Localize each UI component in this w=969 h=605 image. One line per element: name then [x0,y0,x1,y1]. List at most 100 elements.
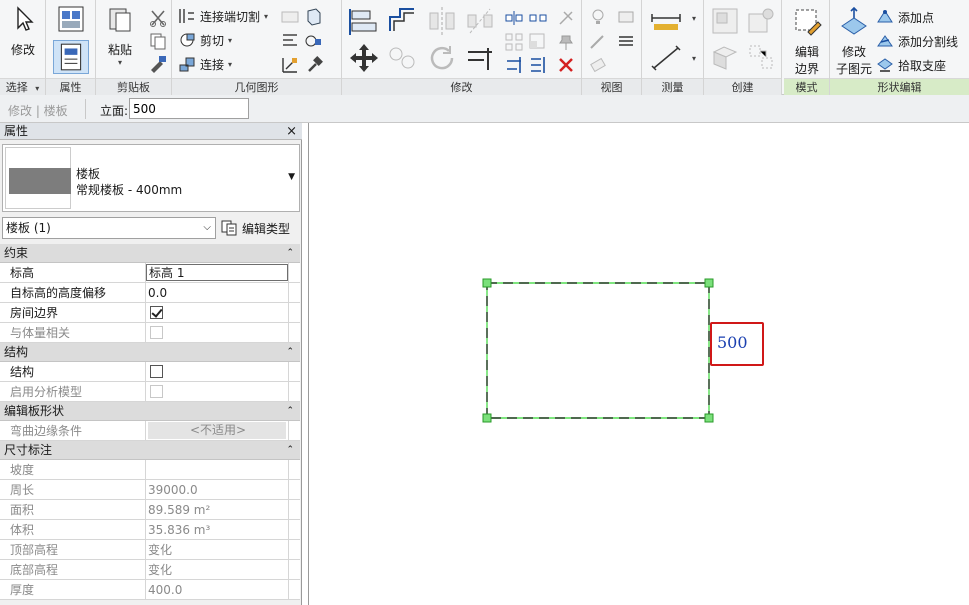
type-preview-image [5,147,71,209]
panel-label-properties: 属性 [46,78,95,95]
add-split-line-button[interactable]: 添加分割线 [876,30,958,52]
trim-multiple-icon[interactable] [528,55,548,75]
drawing-canvas[interactable]: 500 [308,123,969,605]
edit-boundary-button[interactable]: 编辑 边界 [787,6,827,76]
trim-extend-icon[interactable] [464,42,496,74]
pick-supports-icon [877,58,893,72]
panel-measure: ▾ ▾ 测量 [642,0,704,95]
prop-curved-edge-value: <不适用> [148,422,286,439]
prop-perimeter-value: 39000.0 [148,483,198,497]
chevron-down-icon[interactable]: ▼ [288,172,295,182]
hide-icon[interactable] [616,31,636,51]
create-similar-icon[interactable] [710,6,740,36]
room-boundary-checkbox[interactable] [150,306,163,319]
panel-select: 修改 选择 ▾ [0,0,46,95]
scale-icon[interactable] [528,32,548,52]
properties-toggle-button[interactable] [53,40,89,74]
cope-button[interactable]: 连接端切割 ▾ [178,5,268,27]
instance-filter-dropdown[interactable]: 楼板 (1) ⌵ [2,217,216,239]
wall-joins-icon[interactable] [280,7,300,27]
offset-icon[interactable] [386,5,418,37]
add-point-button[interactable]: 添加点 [876,6,934,28]
edit-boundary-icon [795,9,822,36]
add-split-line-icon [877,35,893,47]
type-selector[interactable]: 楼板 常规楼板 - 400mm ▼ [2,144,300,212]
pin-icon[interactable] [556,32,576,52]
table-row: 弯曲边缘条件 <不适用> [0,421,300,441]
structural-checkbox[interactable] [150,365,163,378]
prop-analytical-key: 启用分析模型 [0,382,146,401]
panel-label-mode: 模式 [784,78,829,95]
panel-label-geometry: 几何图形 [172,78,341,95]
mirror-draw-icon[interactable] [464,5,496,37]
prop-slope-value [146,460,288,479]
pick-supports-button[interactable]: 拾取支座 [876,54,946,76]
eraser-icon[interactable] [588,55,608,75]
group-structure[interactable]: 结构 ⌃ [0,343,300,362]
close-icon[interactable]: × [286,123,297,140]
copy-icon[interactable] [148,31,168,51]
create-assembly-icon[interactable] [746,6,776,36]
delete-icon[interactable] [556,55,576,75]
paint-icon[interactable] [304,31,324,51]
paste-icon [109,8,131,32]
elevation-dimension-text[interactable]: 500 [717,333,748,352]
aligned-dimension-icon[interactable] [650,44,682,72]
view-settings-icon[interactable] [616,7,636,27]
table-row: 底部高程 变化 [0,560,300,580]
prop-offset-value[interactable]: 0.0 [146,283,288,302]
split-face-icon[interactable] [304,7,324,27]
unpin-icon[interactable] [556,8,576,28]
trim-single-icon[interactable] [504,55,524,75]
edit-type-button[interactable]: 编辑类型 [220,217,290,239]
group-edit-shape[interactable]: 编辑板形状 ⌃ [0,402,300,421]
cut-geometry-button[interactable]: 剪切 ▾ [178,29,232,51]
measure-between-icon[interactable] [650,8,682,32]
cut-scissors-icon[interactable] [148,8,168,28]
split-element-icon[interactable] [504,8,524,28]
group-dimensions[interactable]: 尺寸标注 ⌃ [0,441,300,460]
override-graphics-icon[interactable] [588,7,608,27]
panel-clipboard: 粘贴 ▾ 剪贴板 [96,0,172,95]
properties-title-bar[interactable]: 属性 × [0,123,302,140]
create-group-icon[interactable] [746,42,776,72]
rotate-icon[interactable] [426,42,458,74]
align-icon[interactable] [348,5,380,37]
paste-button[interactable]: 粘贴 ▾ [100,4,140,74]
options-bar: 修改 | 楼板 立面: [0,95,969,123]
panel-modify: 修改 [342,0,582,95]
prop-top-elevation-value: 变化 [148,543,173,557]
grip-bottom-left[interactable] [482,413,492,423]
align-dimension-icon[interactable] [280,55,300,75]
elevation-input[interactable] [129,98,249,119]
cursor-arrow-icon [17,6,34,31]
grip-top-right[interactable] [704,278,714,288]
demolish-icon[interactable] [280,31,300,51]
collapse-icon: ⌃ [286,248,294,258]
properties-icon [60,43,82,71]
hammer-icon[interactable] [304,55,324,75]
mirror-axis-icon[interactable] [426,5,458,37]
join-button[interactable]: 连接 ▾ [178,53,232,75]
prop-slope-key: 坡度 [0,460,146,479]
table-row: 房间边界 [0,303,300,323]
prop-level-value[interactable]: 标高 1 [146,264,288,281]
split-gap-icon[interactable] [528,8,548,28]
panel-label-select[interactable]: 选择 ▾ [0,78,45,95]
group-constraints[interactable]: 约束 ⌃ [0,244,300,263]
linework-icon[interactable] [588,31,608,51]
grip-bottom-right[interactable] [704,413,714,423]
move-icon[interactable] [348,42,380,74]
array-icon[interactable] [504,32,524,52]
properties-palette: 属性 × 楼板 常规楼板 - 400mm ▼ 楼板 (1) ⌵ 编辑类型 约束 ⌃… [0,123,302,605]
create-parts-icon[interactable] [710,42,740,72]
prop-volume-value: 35.836 m³ [148,523,211,537]
prop-volume-key: 体积 [0,520,146,539]
match-properties-icon[interactable] [148,54,168,74]
copy-element-icon[interactable] [386,42,418,74]
modify-sub-elements-button[interactable]: 修改 子图元 [832,6,876,76]
slab-boundary-sketch[interactable] [486,282,710,419]
modify-button[interactable]: 修改 [3,4,43,74]
grip-top-left[interactable] [482,278,492,288]
type-properties-icon[interactable] [56,4,86,34]
